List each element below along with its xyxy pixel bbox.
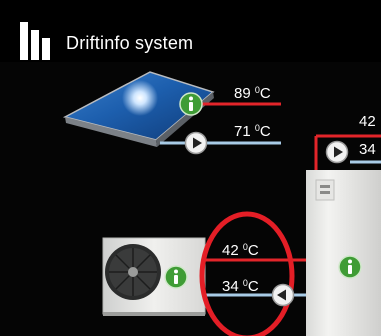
solar-return-temp: 71 0C [234,123,271,140]
pump-icon [271,283,295,307]
pump-icon [325,140,349,164]
heatpump-return-temp: 34 0C [222,278,259,295]
driftinfo-screen: Driftinfo system 89 0C 71 0C 42 0C 34 0C… [0,0,381,336]
solar-supply-temp: 89 0C [234,85,271,102]
info-icon[interactable] [179,92,203,116]
indoor-unit [306,170,381,336]
heatpump-supply-temp: 42 0C [222,242,259,259]
highlight-ring [199,211,295,336]
outdoor-heat-pump [102,237,206,316]
pump-icon [184,131,208,155]
indoor-return-temp: 34 [359,141,376,158]
indoor-supply-temp: 42 [359,113,376,130]
info-icon[interactable] [164,265,188,289]
system-diagram [62,71,381,336]
info-icon[interactable] [338,255,362,279]
